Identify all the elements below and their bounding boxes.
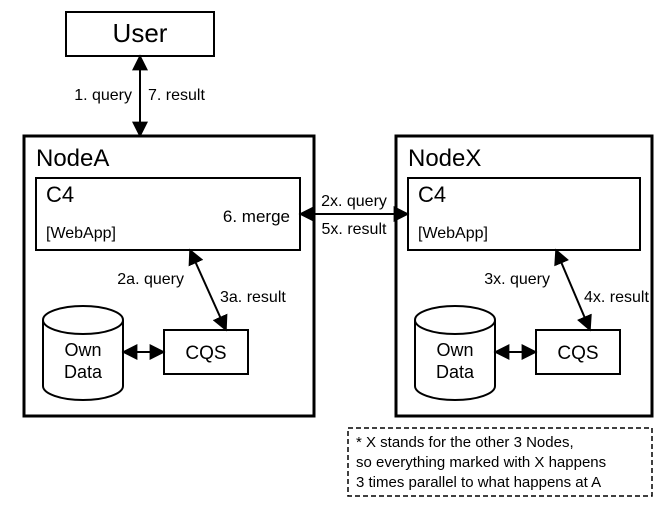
edge-label-5x: 5x. result [322, 221, 387, 238]
user-label: User [113, 18, 168, 48]
node-a-c4-merge: 6. merge [223, 207, 290, 226]
node-a-own-data-l2: Data [64, 362, 103, 382]
edge-label-2a: 2a. query [117, 271, 184, 288]
node-a-own-data-l1: Own [64, 340, 101, 360]
footnote-l2: so everything marked with X happens [356, 454, 606, 471]
footnote-l1: * X stands for the other 3 Nodes, [356, 434, 574, 451]
edge-label-3x: 3x. query [484, 271, 550, 288]
node-x-c4-subtitle: [WebApp] [418, 225, 488, 242]
node-x-cqs-label: CQS [557, 343, 598, 364]
edge-label-7: 7. result [148, 87, 205, 104]
node-a-cqs-label: CQS [185, 343, 226, 364]
edge-label-4x: 4x. result [584, 289, 649, 306]
footnote-l3: 3 times parallel to what happens at A [356, 474, 601, 491]
edge-label-2x: 2x. query [321, 193, 387, 210]
node-a-c4-subtitle: [WebApp] [46, 225, 116, 242]
node-x-title: NodeX [408, 145, 481, 172]
edge-label-3a: 3a. result [220, 289, 286, 306]
node-x-own-data-l1: Own [436, 340, 473, 360]
node-x-own-data-l2: Data [436, 362, 475, 382]
node-a-title: NodeA [36, 145, 109, 172]
node-a-c4-title: C4 [46, 182, 74, 207]
edge-label-1: 1. query [74, 87, 132, 104]
node-x-c4-title: C4 [418, 182, 446, 207]
